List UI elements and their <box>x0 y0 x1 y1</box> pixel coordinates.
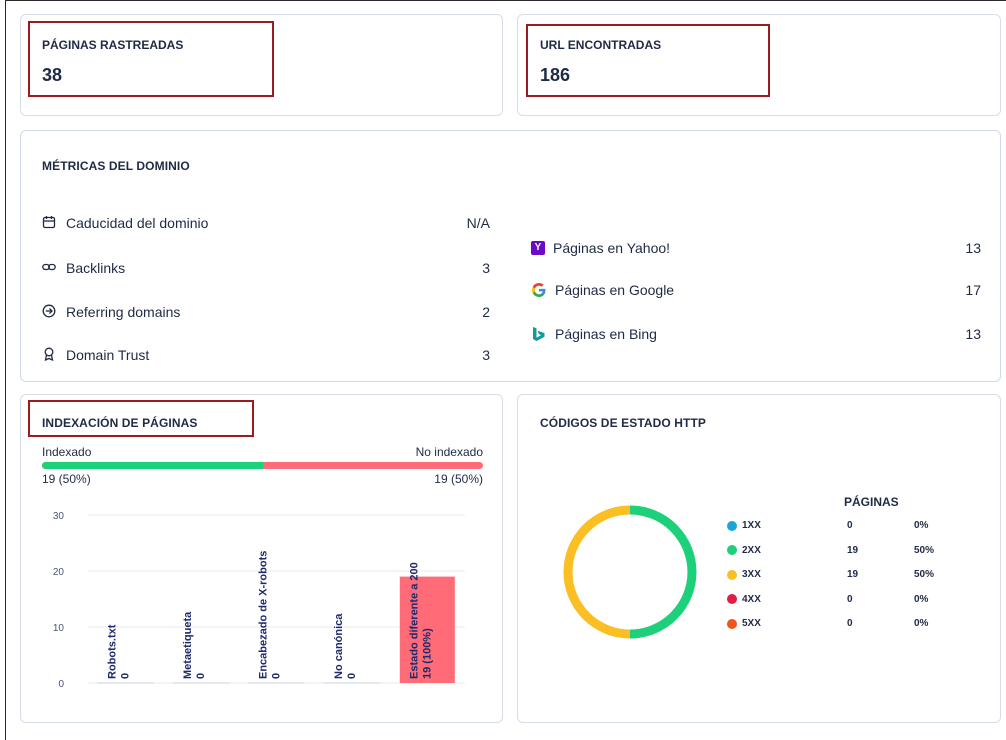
bar-category-label: Metaetiqueta <box>182 611 194 679</box>
metric-label: Domain Trust <box>66 347 150 363</box>
status-code-label: 3XX <box>742 569 761 580</box>
google-icon <box>531 282 547 298</box>
metric-value: 17 <box>965 282 981 298</box>
metric-label: Backlinks <box>66 260 126 276</box>
status-count: 0 <box>847 520 853 531</box>
y-tick-label: 10 <box>53 623 65 634</box>
status-percent: 0% <box>914 618 929 629</box>
bar-category-label: Estado diferente a 200 <box>408 562 420 679</box>
indexed-label: Indexado <box>42 445 92 459</box>
urls-found-label: URL ENCONTRADAS <box>540 38 662 52</box>
legend-dot-icon <box>727 618 737 629</box>
bar-category-label: Robots.txt <box>107 624 119 679</box>
metric-label: Páginas en Google <box>555 282 675 298</box>
bar-value-label: 0 <box>271 673 283 679</box>
not-indexed-value: 19 (50%) <box>434 472 483 486</box>
crawled-pages-label: PÁGINAS RASTREADAS <box>42 38 184 52</box>
status-code-label: 1XX <box>742 520 761 531</box>
legend-dot-icon <box>727 520 737 531</box>
metric-value: 13 <box>965 326 981 342</box>
status-code-label: 5XX <box>742 618 761 629</box>
donut-slice-3xx[interactable] <box>563 505 631 639</box>
metric-value: 3 <box>482 347 490 363</box>
bar-value-label: 0 <box>120 673 132 679</box>
metric-value: 3 <box>482 260 490 276</box>
arrow-circle-icon <box>42 304 58 320</box>
calendar-icon <box>42 215 58 231</box>
status-count: 0 <box>847 618 853 629</box>
crawled-pages-highlight <box>28 21 274 97</box>
status-count: 19 <box>847 544 859 556</box>
domain-metrics-title: MÉTRICAS DEL DOMINIO <box>42 159 190 173</box>
bing-icon <box>531 326 547 342</box>
bar-category-label: No canónica <box>333 613 345 679</box>
legend-dot-icon <box>727 545 737 555</box>
indexed-value: 19 (50%) <box>42 472 91 486</box>
metric-label: Páginas en Bing <box>555 326 657 342</box>
status-count: 0 <box>847 593 853 605</box>
urls-found-highlight <box>526 24 770 97</box>
metric-label: Páginas en Yahoo! <box>553 240 671 256</box>
status-code-label: 2XX <box>742 544 761 556</box>
metric-row-google: Páginas en Google <box>531 282 674 298</box>
status-count: 19 <box>847 569 859 580</box>
donut-slice-2xx[interactable] <box>629 505 697 639</box>
metric-row-referring-domains: Referring domains <box>42 304 180 320</box>
status-percent: 0% <box>914 593 929 605</box>
indexing-progress-track <box>42 462 483 469</box>
http-status-row: 3XX 19 50% <box>727 569 934 580</box>
link-icon <box>42 260 58 276</box>
http-status-title: CÓDIGOS DE ESTADO HTTP <box>540 416 706 430</box>
bar-value-label: 0 <box>346 673 358 679</box>
award-icon <box>42 347 58 363</box>
crawled-pages-value: 38 <box>42 65 63 85</box>
indexing-bar-chart: 0102030Robots.txt 0 Metaetiqueta 0 Encabezad… <box>53 511 465 690</box>
y-tick-label: 20 <box>53 567 65 578</box>
y-tick-label: 0 <box>58 679 64 690</box>
status-percent: 50% <box>914 569 935 580</box>
status-percent: 0% <box>914 520 929 531</box>
metric-label: Caducidad del dominio <box>66 215 209 231</box>
metric-row-yahoo: Y Páginas en Yahoo! <box>531 240 670 256</box>
http-status-column-header: PÁGINAS <box>844 495 899 509</box>
bar-value-label: 19 (100%) <box>421 628 433 679</box>
y-tick-label: 30 <box>53 511 65 522</box>
metric-value: 13 <box>965 240 981 256</box>
legend-dot-icon <box>727 594 737 604</box>
status-percent: 50% <box>914 544 935 556</box>
metric-row-domain-trust: Domain Trust <box>42 347 149 363</box>
metric-row-bing: Páginas en Bing <box>531 326 657 342</box>
metric-value: N/A <box>466 215 490 231</box>
urls-found-value: 186 <box>540 65 571 85</box>
bar-category-label: Encabezado de X-robots <box>258 551 270 679</box>
metric-row-expiry: Caducidad del dominio <box>42 215 208 231</box>
indexing-title: INDEXACIÓN DE PÁGINAS <box>42 416 198 430</box>
http-status-row: 5XX 0 0% <box>727 618 928 629</box>
yahoo-icon: Y <box>531 241 545 255</box>
legend-dot-icon <box>727 569 737 580</box>
bar-value-label: 0 <box>195 673 207 679</box>
http-status-row: 4XX 0 0% <box>727 593 928 605</box>
metric-value: 2 <box>482 304 490 320</box>
metric-row-backlinks: Backlinks <box>42 260 125 276</box>
indexing-progress-indexed <box>42 462 263 469</box>
http-status-row: 1XX 0 0% <box>727 520 928 531</box>
http-status-row: 2XX 19 50% <box>727 544 934 556</box>
not-indexed-label: No indexado <box>415 445 483 459</box>
status-code-label: 4XX <box>742 593 761 605</box>
http-status-donut-chart <box>563 505 697 639</box>
metric-label: Referring domains <box>66 304 181 320</box>
